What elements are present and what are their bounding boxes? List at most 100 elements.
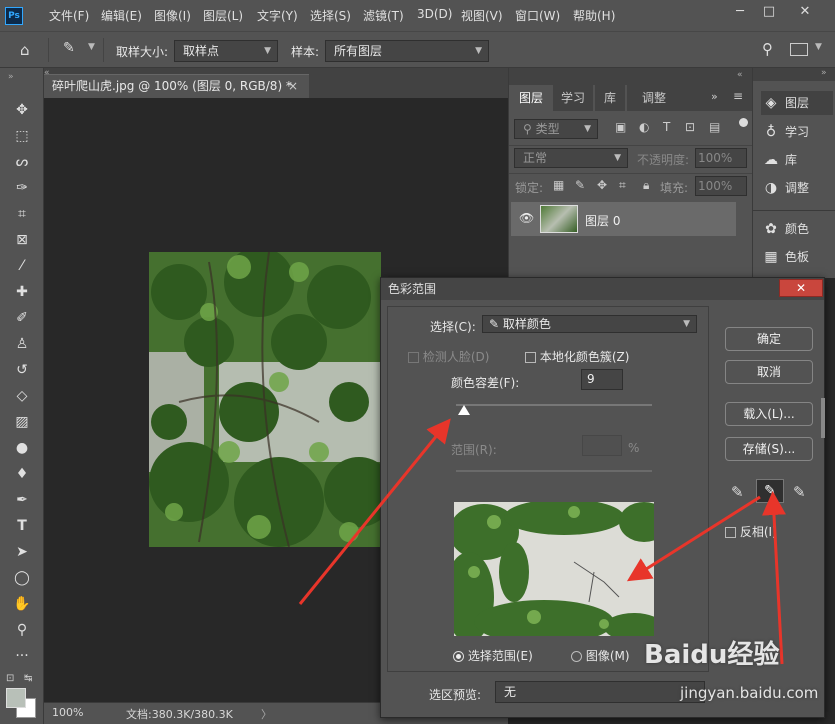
document-tab[interactable]: 碎叶爬山虎.jpg @ 100% (图层 0, RGB/8) * × xyxy=(44,74,309,98)
lock-image-icon[interactable]: ✎ xyxy=(575,178,585,192)
localized-clusters-checkbox[interactable]: 本地化颜色簇(Z) xyxy=(525,348,629,365)
blend-mode-select[interactable]: 正常 ▼ xyxy=(514,148,628,168)
radio-image[interactable]: 图像(M) xyxy=(571,647,630,664)
panel-menu-icon[interactable]: ≡ xyxy=(733,89,743,103)
eyedropper-icon[interactable]: ✎ xyxy=(731,483,744,501)
side-learn[interactable]: ♁ 学习 xyxy=(761,120,809,144)
radio-selection[interactable]: 选择范围(E) xyxy=(453,647,533,664)
visibility-eye-icon[interactable]: 👁︎ xyxy=(519,211,534,225)
layer-name[interactable]: 图层 0 xyxy=(585,212,620,229)
menu-type[interactable]: 文字(Y) xyxy=(257,7,298,24)
side-adjustments[interactable]: ◑ 调整 xyxy=(761,176,809,200)
zoom-level[interactable]: 100% xyxy=(52,706,83,719)
status-menu-arrow-icon[interactable]: 〉 xyxy=(261,706,272,722)
path-select-icon[interactable]: ➤ xyxy=(10,541,34,563)
dialog-close-button[interactable]: ✕ xyxy=(779,279,823,297)
default-colors-icon[interactable]: ⊡ xyxy=(6,673,14,684)
filter-adjustment-icon[interactable]: ◐ xyxy=(639,120,649,134)
side-color[interactable]: ✿ 颜色 xyxy=(761,217,809,241)
blur-tool-icon[interactable]: ● xyxy=(10,437,34,459)
search-icon[interactable]: ⚲ xyxy=(762,40,773,58)
sample-select[interactable]: 所有图层 ▼ xyxy=(325,40,489,62)
hand-tool-icon[interactable]: ✋ xyxy=(10,593,34,615)
filter-smart-object-icon[interactable]: ▤ xyxy=(709,120,720,134)
filter-pixel-icon[interactable]: ▣ xyxy=(615,120,626,134)
kind-filter-select[interactable]: ⚲ 类型 ▼ xyxy=(514,119,598,139)
tab-adjustments[interactable]: 调整 xyxy=(627,85,681,111)
tab-libraries[interactable]: 库 xyxy=(595,85,625,111)
eyedropper-plus-icon[interactable]: ✎ xyxy=(756,479,784,503)
more-tools-icon[interactable]: ··· xyxy=(10,645,34,667)
menu-edit[interactable]: 编辑(E) xyxy=(101,7,142,24)
layer-row[interactable]: 👁︎ 图层 0 xyxy=(511,202,736,236)
opacity-field[interactable]: 100% xyxy=(695,148,747,168)
menu-image[interactable]: 图像(I) xyxy=(154,7,191,24)
lasso-tool-icon[interactable]: ᔕ xyxy=(10,151,34,173)
fill-field[interactable]: 100% xyxy=(695,176,747,196)
eyedropper-tool-icon[interactable]: ✎ xyxy=(63,40,75,56)
menu-view[interactable]: 视图(V) xyxy=(461,7,503,24)
tab-layers[interactable]: 图层 xyxy=(511,85,551,111)
history-brush-icon[interactable]: ↺ xyxy=(10,359,34,381)
menu-select[interactable]: 选择(S) xyxy=(310,7,351,24)
sample-size-select[interactable]: 取样点 ▼ xyxy=(174,40,278,62)
menu-help[interactable]: 帮助(H) xyxy=(573,7,615,24)
menu-window[interactable]: 窗口(W) xyxy=(515,7,560,24)
filter-toggle-icon[interactable] xyxy=(739,118,748,127)
foreground-color-swatch[interactable] xyxy=(6,688,26,708)
cancel-button[interactable]: 取消 xyxy=(725,360,813,384)
ok-button[interactable]: 确定 xyxy=(725,327,813,351)
lock-all-icon[interactable]: 🔒︎ xyxy=(643,178,649,193)
side-libraries[interactable]: ☁ 库 xyxy=(761,148,797,172)
pen-tool-icon[interactable]: ✒ xyxy=(10,489,34,511)
window-close-button[interactable]: ✕ xyxy=(792,0,818,24)
brush-tool-icon[interactable]: ✐ xyxy=(10,307,34,329)
tab-learn[interactable]: 学习 xyxy=(553,85,593,111)
filter-type-icon[interactable]: T xyxy=(663,120,670,134)
side-swatches[interactable]: ▦ 色板 xyxy=(761,245,809,269)
minimize-button[interactable]: ─ xyxy=(727,0,753,24)
type-tool-icon[interactable]: T xyxy=(10,515,34,537)
load-button[interactable]: 载入(L)... xyxy=(725,402,813,426)
preview-image[interactable] xyxy=(444,499,669,644)
filter-shape-icon[interactable]: ⊡ xyxy=(685,120,695,134)
stamp-tool-icon[interactable]: ♙ xyxy=(10,333,34,355)
menu-filter[interactable]: 滤镜(T) xyxy=(363,7,404,24)
lock-position-icon[interactable]: ✥ xyxy=(597,178,607,192)
ellipse-tool-icon[interactable]: ◯ xyxy=(10,567,34,589)
fuzziness-slider-track[interactable] xyxy=(456,404,652,406)
marquee-tool-icon[interactable]: ⬚ xyxy=(10,125,34,147)
detect-faces-checkbox[interactable]: 检测人脸(D) xyxy=(408,348,489,365)
gradient-tool-icon[interactable]: ▨ xyxy=(10,411,34,433)
eraser-tool-icon[interactable]: ◇ xyxy=(10,385,34,407)
fuzziness-slider-thumb[interactable] xyxy=(457,405,470,415)
lock-transparent-icon[interactable]: ▦ xyxy=(553,178,564,192)
frame-tool-icon[interactable]: ⊠ xyxy=(10,229,34,251)
workspace-icon[interactable] xyxy=(790,43,808,56)
range-slider-track[interactable] xyxy=(456,470,652,472)
dodge-tool-icon[interactable]: ♦ xyxy=(10,463,34,485)
move-tool-icon[interactable]: ✥ xyxy=(10,99,34,121)
panel-collapse-icon[interactable]: « xyxy=(737,70,743,80)
home-icon[interactable]: ⌂ xyxy=(20,41,30,59)
invert-checkbox[interactable]: 反相(I) xyxy=(725,523,777,540)
menu-layer[interactable]: 图层(L) xyxy=(203,7,243,24)
save-button[interactable]: 存储(S)... xyxy=(725,437,813,461)
tab-close-icon[interactable]: × xyxy=(288,75,298,97)
zoom-tool-icon[interactable]: ⚲ xyxy=(10,619,34,641)
swap-colors-icon[interactable]: ↹ xyxy=(24,673,32,684)
side-layers[interactable]: ◈ 图层 xyxy=(761,91,833,115)
select-dropdown[interactable]: ✎ 取样颜色 ▼ xyxy=(482,315,697,333)
lock-artboard-icon[interactable]: ⌗ xyxy=(619,178,626,193)
maximize-button[interactable]: □ xyxy=(756,0,782,24)
crop-tool-icon[interactable]: ⌗ xyxy=(10,203,34,225)
workspace-chevron-icon[interactable]: ▼ xyxy=(815,42,822,52)
range-input[interactable] xyxy=(582,435,622,456)
quick-select-tool-icon[interactable]: ✑ xyxy=(10,177,34,199)
eyedropper-minus-icon[interactable]: ✎ xyxy=(793,483,806,501)
collapse-icon[interactable]: » xyxy=(8,72,14,82)
fuzziness-input[interactable]: 9 xyxy=(581,369,623,390)
menu-file[interactable]: 文件(F) xyxy=(49,7,89,24)
tool-preset-chevron-icon[interactable]: ▼ xyxy=(88,42,95,52)
expand-panels-icon[interactable]: » xyxy=(711,90,718,103)
